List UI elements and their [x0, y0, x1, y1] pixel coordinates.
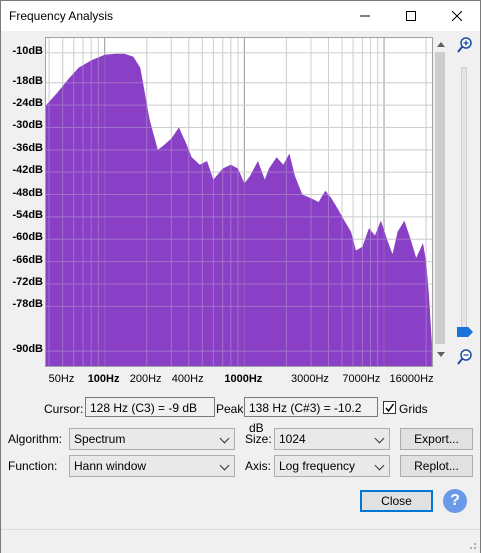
resize-grip-icon[interactable]: [467, 540, 477, 550]
title-bar: Frequency Analysis: [1, 1, 480, 31]
size-value: 1024: [279, 432, 306, 446]
chevron-down-icon: [219, 433, 230, 444]
window-title: Frequency Analysis: [9, 9, 114, 23]
scroll-thumb[interactable]: [435, 52, 445, 344]
spectrum-chart: [46, 38, 432, 366]
maximize-button[interactable]: [388, 1, 434, 31]
grids-label[interactable]: Grids: [399, 402, 428, 416]
x-tick-label: 7000Hz: [342, 373, 381, 385]
algorithm-value: Spectrum: [74, 432, 126, 446]
zoom-in-icon: [457, 37, 472, 53]
export-button[interactable]: Export...: [400, 428, 473, 450]
function-label: Function:: [8, 459, 58, 473]
y-tick-label: -66dB: [12, 253, 43, 266]
size-label: Size:: [245, 432, 272, 446]
close-icon: [452, 11, 462, 21]
zoom-out-button[interactable]: [456, 348, 474, 366]
y-tick-label: -78dB: [12, 298, 43, 311]
function-value: Hann window: [74, 459, 147, 473]
y-tick-label: -30dB: [12, 119, 43, 132]
y-tick-label: -90dB: [12, 343, 43, 356]
y-tick-label: -36dB: [12, 141, 43, 154]
y-tick-label: -42dB: [12, 164, 43, 177]
x-tick-label: 50Hz: [48, 373, 75, 385]
chevron-down-icon: [219, 460, 230, 471]
zoom-slider-track[interactable]: [461, 67, 467, 331]
x-tick-label: 100Hz: [87, 373, 120, 385]
algorithm-select[interactable]: Spectrum: [69, 428, 235, 450]
chevron-down-icon: [374, 460, 385, 471]
x-tick-label: 16000Hz: [389, 373, 434, 385]
cursor-label: Cursor:: [44, 402, 84, 416]
zoom-slider-thumb[interactable]: [457, 327, 473, 337]
x-tick-label: 1000Hz: [224, 373, 263, 385]
minimize-button[interactable]: [342, 1, 388, 31]
y-tick-label: -54dB: [12, 208, 43, 221]
axis-select[interactable]: Log frequency: [274, 455, 390, 477]
y-tick-label: -48dB: [12, 186, 43, 199]
zoom-out-icon: [457, 349, 472, 365]
maximize-icon: [406, 11, 416, 21]
y-tick-label: -18dB: [12, 74, 43, 87]
y-tick-label: -72dB: [12, 276, 43, 288]
minimize-icon: [360, 15, 370, 17]
status-bar: [1, 529, 480, 553]
checkmark-icon: [385, 403, 395, 413]
y-tick-label: -10dB: [12, 44, 43, 57]
size-select[interactable]: 1024: [274, 428, 390, 450]
spectrum-plot[interactable]: [45, 37, 433, 367]
algorithm-label: Algorithm:: [8, 432, 63, 446]
chevron-down-icon: [374, 433, 385, 444]
close-button[interactable]: Close: [360, 490, 433, 512]
peak-value-field: 138 Hz (C#3) = -10.2 dB: [244, 397, 378, 435]
vertical-scrollbar[interactable]: [435, 42, 447, 357]
function-select[interactable]: Hann window: [69, 455, 235, 477]
y-tick-label: -24dB: [12, 97, 43, 110]
grids-checkbox[interactable]: [383, 401, 396, 414]
frequency-analysis-window: Frequency Analysis -10dB -18dB -24dB -30dB -…: [0, 0, 481, 553]
peak-label: Peak:: [216, 402, 247, 416]
zoom-in-button[interactable]: [456, 36, 474, 54]
y-tick-label: -60dB: [12, 231, 43, 244]
x-tick-label: 200Hz: [129, 373, 162, 385]
x-tick-label: 400Hz: [171, 373, 204, 385]
help-button[interactable]: ?: [443, 489, 467, 513]
cursor-value-field: 128 Hz (C3) = -9 dB: [85, 397, 215, 417]
scroll-up-arrow[interactable]: [437, 42, 445, 47]
axis-value: Log frequency: [279, 459, 356, 473]
x-tick-label: 3000Hz: [291, 373, 329, 385]
close-window-button[interactable]: [434, 1, 480, 31]
replot-button[interactable]: Replot...: [400, 455, 473, 477]
axis-label: Axis:: [245, 459, 272, 473]
scroll-down-arrow[interactable]: [437, 352, 445, 357]
spectrum-area: [46, 53, 432, 366]
